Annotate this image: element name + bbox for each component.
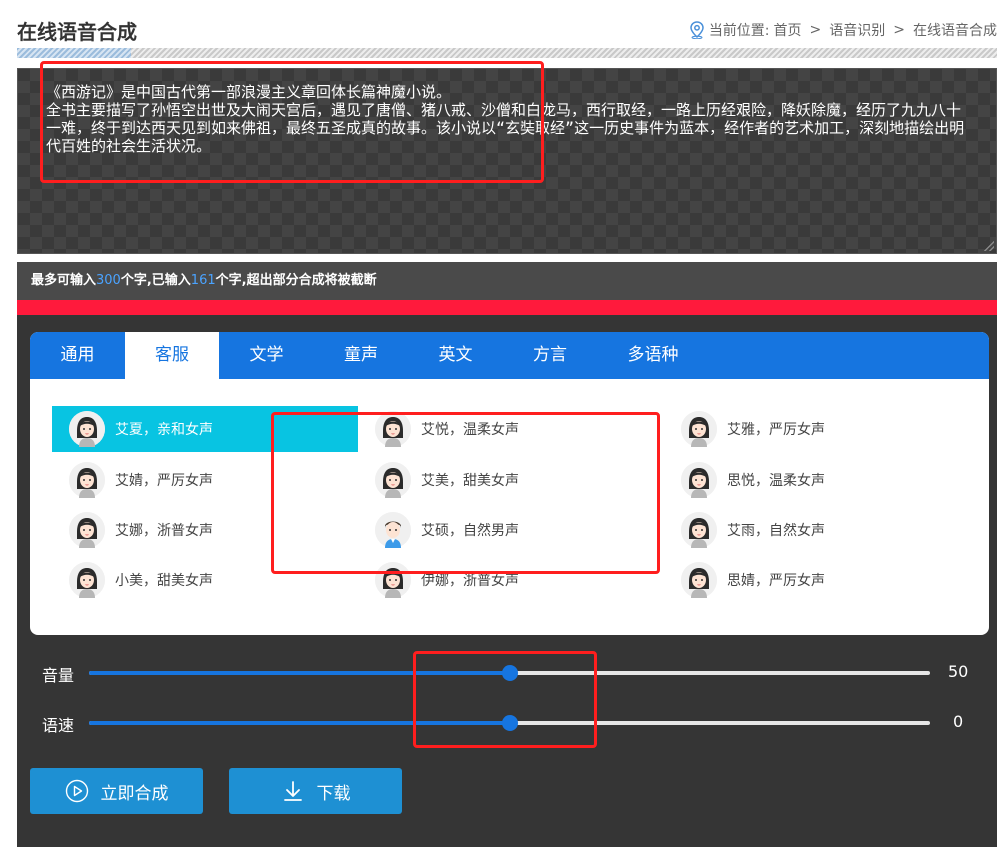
download-button[interactable]: 下载 bbox=[229, 768, 402, 814]
volume-label: 音量 bbox=[42, 666, 75, 685]
play-circle-icon bbox=[65, 779, 88, 803]
breadcrumb-separator: > bbox=[893, 22, 905, 38]
volume-slider[interactable] bbox=[89, 665, 930, 681]
voice-option-label: 艾夏，亲和女声 bbox=[115, 422, 213, 438]
header-divider bbox=[131, 48, 997, 58]
breadcrumb-home[interactable]: 首页 bbox=[774, 20, 802, 40]
tab-literature[interactable]: 文学 bbox=[219, 332, 314, 379]
female-avatar-icon bbox=[375, 411, 411, 447]
breadcrumb-speech-recognition[interactable]: 语音识别 bbox=[829, 20, 885, 40]
tab-english[interactable]: 英文 bbox=[408, 332, 503, 379]
tab-customer-service[interactable]: 客服 bbox=[125, 332, 219, 379]
female-avatar-icon bbox=[375, 562, 411, 598]
female-avatar-icon bbox=[681, 512, 717, 548]
current-char-count: 161 bbox=[190, 273, 216, 288]
female-avatar-icon bbox=[681, 411, 717, 447]
voice-category-tabs: 通用 客服 文学 童声 英文 方言 多语种 bbox=[30, 332, 989, 379]
voice-option-label: 艾悦，温柔女声 bbox=[421, 422, 519, 438]
voice-option[interactable]: 艾娜，浙普女声 bbox=[52, 507, 358, 553]
synthesize-button-label: 立即合成 bbox=[100, 783, 169, 804]
female-avatar-icon bbox=[69, 411, 105, 447]
voice-option-label: 伊娜，浙普女声 bbox=[421, 573, 519, 589]
female-avatar-icon bbox=[375, 462, 411, 498]
breadcrumb-separator: > bbox=[809, 22, 822, 38]
voice-option[interactable]: 艾雨，自然女声 bbox=[664, 507, 970, 553]
voice-option-label: 思婧，严厉女声 bbox=[727, 573, 825, 589]
female-avatar-icon bbox=[69, 462, 105, 498]
location-pin-icon bbox=[690, 21, 704, 39]
female-avatar-icon bbox=[69, 562, 105, 598]
volume-value: 50 bbox=[948, 662, 969, 681]
download-icon bbox=[283, 781, 302, 801]
voice-option[interactable]: 艾悦，温柔女声 bbox=[358, 406, 664, 452]
volume-slider-row: 音量 50 bbox=[30, 658, 997, 688]
voice-option-label: 艾雨，自然女声 bbox=[727, 523, 825, 539]
breadcrumb-current: 在线语音合成 bbox=[913, 23, 997, 39]
voice-option[interactable]: 思婧，严厉女声 bbox=[664, 557, 970, 603]
voice-option[interactable]: 艾夏，亲和女声 bbox=[52, 406, 358, 452]
volume-slider-thumb[interactable] bbox=[501, 665, 518, 681]
speed-value: 0 bbox=[953, 712, 964, 731]
info-text: 最多可输入 bbox=[31, 273, 97, 288]
voice-option[interactable]: 艾婧，严厉女声 bbox=[52, 457, 358, 503]
voice-option-label: 小美，甜美女声 bbox=[115, 573, 213, 589]
page-title: 在线语音合成 bbox=[17, 20, 137, 44]
voice-option[interactable]: 艾硕，自然男声 bbox=[358, 507, 664, 553]
female-avatar-icon bbox=[69, 512, 105, 548]
synthesize-button[interactable]: 立即合成 bbox=[30, 768, 203, 814]
speed-slider-row: 语速 0 bbox=[30, 708, 997, 738]
info-text: 个字,已输入 bbox=[120, 273, 191, 288]
female-avatar-icon bbox=[681, 562, 717, 598]
tab-general[interactable]: 通用 bbox=[30, 332, 125, 379]
voice-option-label: 艾雅，严厉女声 bbox=[727, 422, 825, 438]
char-count-info: 最多可输入300个字,已输入161个字,超出部分合成将被截断 bbox=[17, 262, 997, 300]
voice-selector: 通用 客服 文学 童声 英文 方言 多语种 艾夏，亲和女声 艾悦，温柔女声 艾雅，严… bbox=[30, 332, 989, 635]
title-underline bbox=[17, 48, 131, 58]
info-text: 个字,超出部分合成将被截断 bbox=[215, 273, 377, 288]
voice-option-label: 思悦，温柔女声 bbox=[727, 473, 825, 489]
breadcrumb-prefix: 当前位置: bbox=[708, 23, 770, 39]
max-char-count: 300 bbox=[96, 273, 121, 288]
female-avatar-icon bbox=[681, 462, 717, 498]
tab-multilingual[interactable]: 多语种 bbox=[597, 332, 709, 379]
male-avatar-icon bbox=[375, 512, 411, 548]
download-button-label: 下载 bbox=[316, 783, 351, 804]
breadcrumb: 当前位置: 首页 > 语音识别 > 在线语音合成 bbox=[689, 20, 997, 40]
speed-label: 语速 bbox=[42, 716, 75, 735]
voice-option[interactable]: 艾雅，严厉女声 bbox=[664, 406, 970, 452]
voice-option[interactable]: 小美，甜美女声 bbox=[52, 557, 358, 603]
tab-dialect[interactable]: 方言 bbox=[503, 332, 597, 379]
speed-slider-thumb[interactable] bbox=[501, 715, 518, 731]
voice-option[interactable]: 艾美，甜美女声 bbox=[358, 457, 664, 503]
voice-option-label: 艾美，甜美女声 bbox=[421, 473, 519, 489]
voice-option-label: 艾婧，严厉女声 bbox=[115, 473, 213, 489]
voice-option-label: 艾娜，浙普女声 bbox=[115, 523, 213, 539]
volume-slider-fill bbox=[89, 671, 510, 675]
voice-option[interactable]: 伊娜，浙普女声 bbox=[358, 557, 664, 603]
alert-bar bbox=[17, 300, 997, 315]
speed-slider[interactable] bbox=[89, 715, 930, 731]
text-input[interactable]: 《西游记》是中国古代第一部浪漫主义章回体长篇神魔小说。 全书主要描写了孙悟空出世… bbox=[18, 69, 996, 253]
text-editor: 《西游记》是中国古代第一部浪漫主义章回体长篇神魔小说。 全书主要描写了孙悟空出世… bbox=[17, 68, 997, 254]
voice-option-label: 艾硕，自然男声 bbox=[421, 523, 519, 539]
tab-child-voice[interactable]: 童声 bbox=[314, 332, 408, 379]
resize-handle[interactable] bbox=[984, 241, 994, 251]
speed-slider-fill bbox=[89, 721, 510, 725]
voice-option[interactable]: 思悦，温柔女声 bbox=[664, 457, 970, 503]
